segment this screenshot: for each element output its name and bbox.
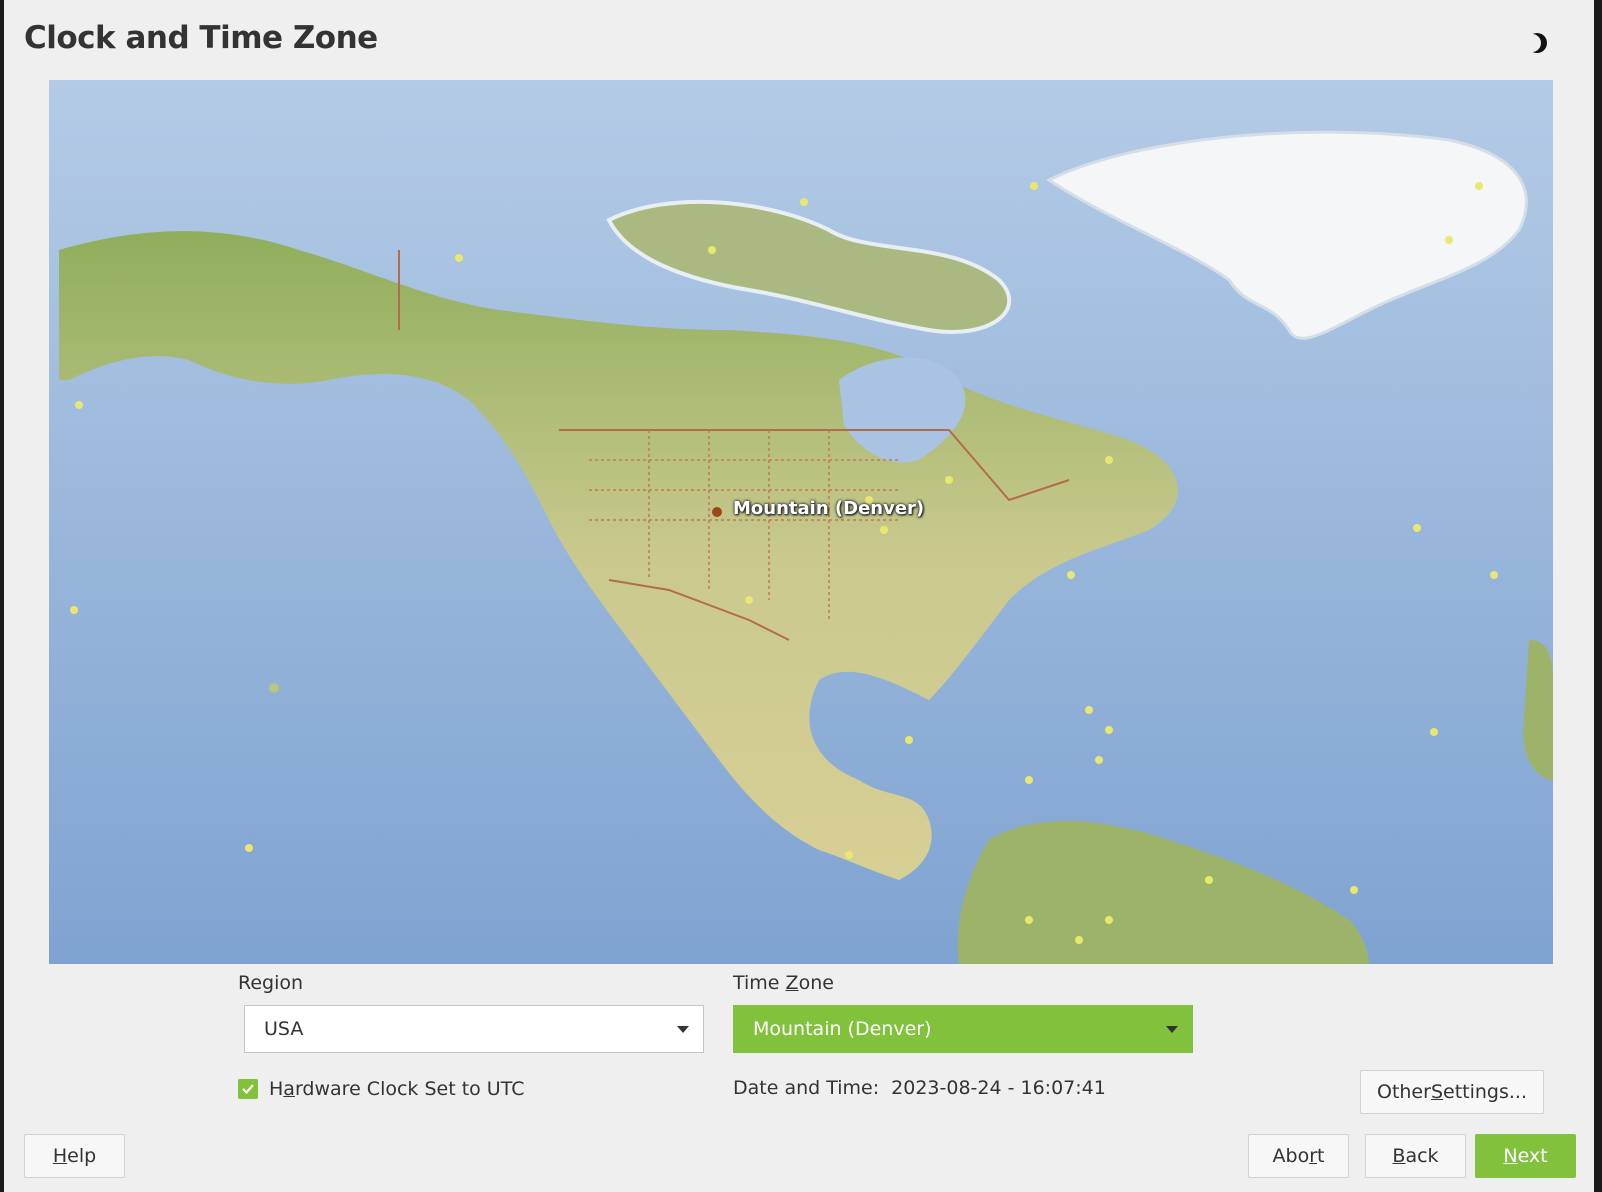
next-button[interactable]: Next [1475, 1134, 1576, 1178]
checkbox-checked-icon [238, 1079, 258, 1099]
chevron-down-icon [677, 1026, 689, 1033]
region-dropdown[interactable]: USA [244, 1005, 704, 1053]
other-settings-button[interactable]: Other Settings... [1360, 1070, 1544, 1114]
date-time-value: 2023-08-24 - 16:07:41 [891, 1077, 1106, 1099]
date-time-label: Date and Time: [733, 1077, 880, 1099]
hardware-clock-label: Hardware Clock Set to UTC [269, 1078, 525, 1100]
timezone-value: Mountain (Denver) [753, 1018, 932, 1040]
page-title: Clock and Time Zone [24, 20, 378, 56]
chevron-down-icon [1166, 1026, 1178, 1033]
half-moon-icon[interactable] [1523, 30, 1550, 56]
region-label: Region [238, 972, 304, 994]
abort-button[interactable]: Abo r t [1248, 1134, 1349, 1178]
date-time-display: Date and Time: 2023-08-24 - 16:07:41 [733, 1077, 1106, 1099]
region-value: USA [264, 1018, 304, 1040]
timezone-dropdown[interactable]: Mountain (Denver) [733, 1005, 1193, 1053]
hardware-clock-utc-checkbox[interactable]: Hardware Clock Set to UTC [238, 1078, 524, 1100]
help-button[interactable]: Help [24, 1134, 125, 1178]
selected-timezone-map-label: Mountain (Denver) [733, 498, 925, 519]
back-button[interactable]: Back [1365, 1134, 1466, 1178]
selected-timezone-dot[interactable] [712, 507, 722, 517]
hawaii-islands [269, 683, 279, 693]
dialog-window: Clock and Time Zone Mountain (Denver) Re… [4, 0, 1594, 1192]
timezone-label: Time Zone [733, 972, 834, 994]
timezone-map[interactable]: Mountain (Denver) [49, 80, 1553, 964]
